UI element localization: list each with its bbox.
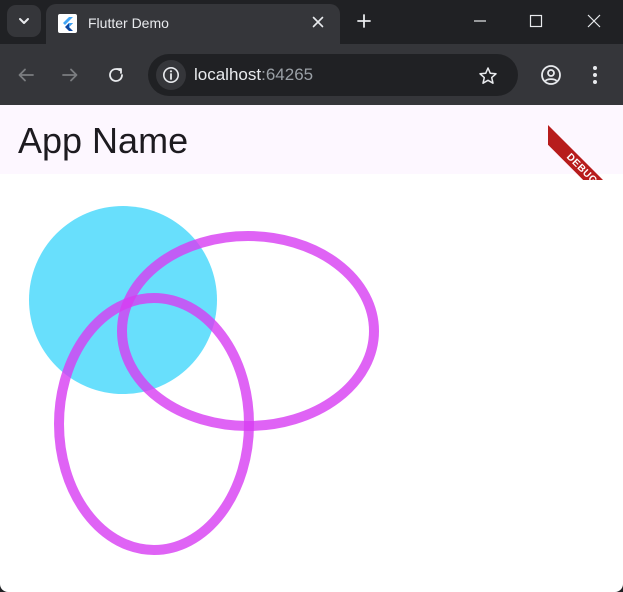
- chevron-down-icon: [19, 18, 29, 24]
- back-button[interactable]: [11, 60, 41, 90]
- more-menu-button[interactable]: [580, 60, 610, 90]
- close-icon: [312, 16, 324, 28]
- info-icon: [163, 67, 179, 83]
- shapes-canvas: [29, 206, 379, 555]
- arrow-left-icon: [18, 68, 34, 82]
- tab-strip: Flutter Demo: [0, 0, 623, 44]
- app-bar: App Name: [0, 105, 623, 174]
- maximize-button[interactable]: [516, 6, 556, 36]
- profile-button[interactable]: [536, 60, 566, 90]
- debug-banner: DEBUG: [548, 105, 623, 180]
- tab-search-button[interactable]: [7, 5, 41, 37]
- reload-button[interactable]: [101, 60, 131, 90]
- browser-toolbar: localhost:64265: [0, 44, 623, 105]
- bookmark-button[interactable]: [474, 62, 502, 90]
- tab-title: Flutter Demo: [88, 15, 169, 31]
- star-icon: [479, 67, 497, 84]
- browser-window: Flutter Demo localhost:64265 App Name DE…: [0, 0, 623, 592]
- new-tab-button[interactable]: [351, 8, 377, 34]
- account-circle-icon: [541, 65, 561, 85]
- plus-icon: [357, 14, 371, 28]
- flutter-app-page: App Name DEBUG: [0, 105, 623, 592]
- more-vert-icon: [593, 66, 597, 84]
- flutter-logo-icon: [58, 14, 77, 33]
- url-text[interactable]: localhost:64265: [194, 65, 313, 85]
- debug-ribbon: DEBUG: [548, 125, 623, 180]
- maximize-icon: [529, 14, 543, 28]
- minimize-button[interactable]: [460, 6, 500, 36]
- reload-icon: [109, 68, 123, 82]
- app-title: App Name: [18, 120, 189, 161]
- url-port: :64265: [261, 65, 314, 84]
- address-bar[interactable]: localhost:64265: [148, 54, 518, 96]
- tab-close-button[interactable]: [308, 12, 328, 32]
- tab-flutter-demo[interactable]: Flutter Demo: [46, 4, 340, 44]
- minimize-icon: [474, 20, 486, 22]
- close-icon: [587, 14, 601, 28]
- url-host: localhost: [194, 65, 262, 84]
- window-close-button[interactable]: [574, 6, 614, 36]
- arrow-right-icon: [62, 68, 78, 82]
- forward-button[interactable]: [55, 60, 85, 90]
- site-info-button[interactable]: [156, 60, 186, 90]
